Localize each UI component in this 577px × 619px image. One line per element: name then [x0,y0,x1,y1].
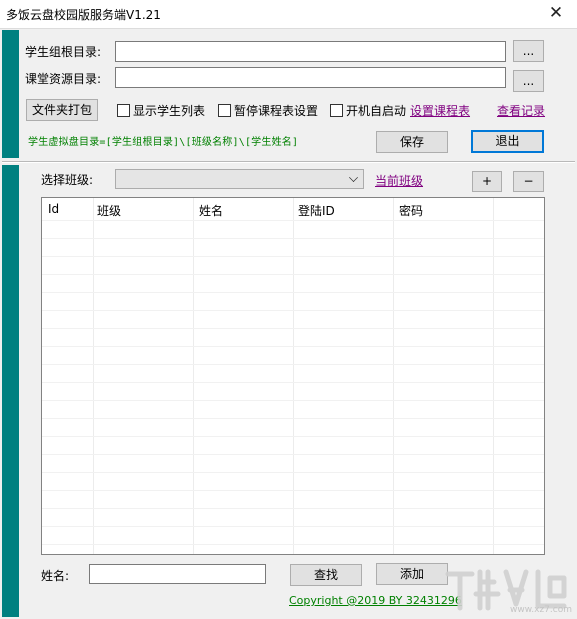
autostart-box[interactable] [330,104,343,117]
set-schedule-link[interactable]: 设置课程表 [410,102,470,119]
table-row-line [42,472,544,473]
show-student-list-box[interactable] [117,104,130,117]
class-resource-label: 课堂资源目录: [25,72,102,86]
autostart-label: 开机自启动 [346,104,407,118]
column-header-class[interactable]: 班级 [97,202,121,219]
pack-folder-button[interactable]: 文件夹打包 [26,99,98,121]
name-input[interactable] [89,564,266,584]
browse-class-resource-button[interactable]: ... [513,70,544,92]
table-row-line [42,220,544,221]
view-log-link[interactable]: 查看记录 [497,102,545,119]
column-header-password[interactable]: 密码 [399,202,423,219]
watermark-text: www.xz7.com [510,605,572,615]
class-resource-input[interactable] [115,67,506,88]
table-row-line [42,400,544,401]
column-divider [193,198,194,554]
table-row-line [42,508,544,509]
column-divider [93,198,94,554]
table-row-line [42,454,544,455]
copyright-link[interactable]: Copyright @2019 BY 32431296 [289,594,462,607]
student-table[interactable]: Id 班级 姓名 登陆ID 密码 [41,197,545,555]
virtual-disk-hint: 学生虚拟盘目录=[学生组根目录]\[班级名称]\[学生姓名] [28,137,299,148]
column-header-id[interactable]: Id [48,202,59,216]
current-class-link[interactable]: 当前班级 [375,172,423,189]
table-row-line [42,418,544,419]
table-row-line [42,364,544,365]
column-header-login-id[interactable]: 登陆ID [298,202,335,219]
section-divider-highlight [2,162,575,163]
watermark-logo: www.xz7.com [440,560,576,618]
column-divider [493,198,494,554]
add-student-button[interactable]: 添加 [376,563,448,585]
title-bar: 多饭云盘校园版服务端V1.21 ✕ [0,0,577,28]
pause-schedule-checkbox[interactable]: 暂停课程表设置 [218,102,318,119]
table-row-line [42,274,544,275]
show-student-list-label: 显示学生列表 [133,104,206,118]
table-row-line [42,256,544,257]
autostart-checkbox[interactable]: 开机自启动 [330,102,406,119]
student-root-input[interactable] [115,41,506,62]
show-student-list-checkbox[interactable]: 显示学生列表 [117,102,205,119]
select-class-label: 选择班级: [41,173,94,187]
student-root-label: 学生组根目录: [25,45,102,59]
table-row-line [42,436,544,437]
table-row-line [42,544,544,545]
table-row-line [42,346,544,347]
save-button[interactable]: 保存 [376,131,448,153]
browse-student-root-button[interactable]: ... [513,40,544,62]
find-button[interactable]: 查找 [290,564,362,586]
table-row-line [42,238,544,239]
accent-bar-top [2,30,19,158]
close-icon[interactable]: ✕ [547,4,565,22]
table-row-line [42,310,544,311]
table-row-line [42,526,544,527]
table-row-line [42,490,544,491]
pause-schedule-label: 暂停课程表设置 [234,104,319,118]
exit-button[interactable]: 退出 [471,130,544,153]
table-row-line [42,328,544,329]
chevron-down-icon [349,173,358,182]
table-row-line [42,292,544,293]
column-divider [393,198,394,554]
class-select[interactable] [115,169,364,189]
name-label: 姓名: [41,569,70,583]
column-divider [293,198,294,554]
add-class-button[interactable]: + [472,171,502,192]
window-title: 多饭云盘校园版服务端V1.21 [6,8,161,22]
pause-schedule-box[interactable] [218,104,231,117]
table-row-line [42,382,544,383]
remove-class-button[interactable]: − [513,171,544,192]
column-header-name[interactable]: 姓名 [199,202,223,219]
accent-bar-bottom [2,165,19,617]
